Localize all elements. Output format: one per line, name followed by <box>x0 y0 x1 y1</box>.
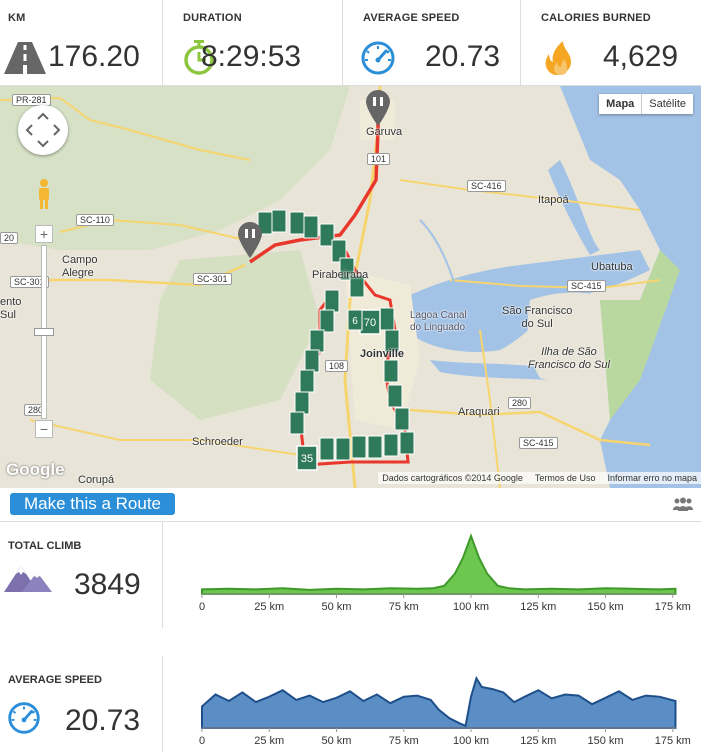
road-sign: SC-301 <box>193 273 232 285</box>
km-marker-70-label: 70 <box>364 317 376 329</box>
chart-tick-label: 175 km <box>655 735 691 747</box>
place-label: Garuva <box>366 126 403 138</box>
place-label: Ubatuba <box>591 261 633 273</box>
chart-tick-label: 150 km <box>587 601 623 613</box>
chart-tick-label: 125 km <box>520 735 556 747</box>
stat-calories-value: 4,629 <box>603 40 679 73</box>
zoom-in-button[interactable]: + <box>35 225 53 243</box>
avg-speed-label: AVERAGE SPEED <box>8 674 102 686</box>
place-label: Pirabeiraba <box>312 269 369 281</box>
stat-km-label: KM <box>8 12 26 24</box>
road-sign: SC-110 <box>76 214 114 226</box>
place-label: Joinville <box>360 348 405 360</box>
speedometer-icon <box>8 702 40 734</box>
route-map[interactable]: 70 35 6 Garuva Itapoá Campo Alegre Pirab… <box>0 86 701 488</box>
stat-duration-label: DURATION <box>183 12 242 24</box>
speedometer-icon <box>361 41 395 75</box>
google-logo: Google <box>6 460 65 479</box>
avg-speed-panel-value: 20.73 <box>65 704 141 737</box>
pan-arrows-icon <box>25 112 61 148</box>
km-marker-6[interactable]: 6 <box>347 309 363 331</box>
road-sign: SC-415 <box>519 437 558 449</box>
km-marker-70[interactable]: 70 <box>359 309 381 335</box>
stat-avg-speed-value: 20.73 <box>425 40 501 73</box>
chart-tick-label: 0 <box>199 601 205 613</box>
road-sign: 280 <box>508 397 532 409</box>
make-route-button[interactable]: Make this a Route <box>10 493 176 515</box>
map-attribution: Dados cartográficos ©2014 Google Termos … <box>378 472 701 484</box>
zoom-slider-thumb[interactable] <box>34 328 54 336</box>
pegman-icon[interactable] <box>36 178 52 210</box>
avg-speed-summary: AVERAGE SPEED 20.73 <box>0 656 163 752</box>
terms-link[interactable]: Termos de Uso <box>535 473 596 483</box>
stat-km: KM 176.20 <box>0 0 163 86</box>
total-climb-label: TOTAL CLIMB <box>8 540 82 552</box>
km-marker-6-label: 6 <box>352 316 358 327</box>
total-climb-value: 3849 <box>74 568 141 601</box>
total-climb-summary: TOTAL CLIMB 3849 <box>0 522 163 628</box>
chart-tick-label: 50 km <box>322 735 352 747</box>
map-type-mapa-button[interactable]: Mapa <box>599 94 643 114</box>
place-label: Itapoá <box>538 194 569 206</box>
total-climb-panel: TOTAL CLIMB 3849 0 25 km 50 km 75 km 100 km 1… <box>0 522 701 628</box>
place-label: Ilha de São Francisco do Sul <box>528 346 610 371</box>
chart-tick-label: 100 km <box>453 601 489 613</box>
km-marker-35[interactable]: 35 <box>296 445 318 471</box>
chart-tick-label: 25 km <box>254 601 284 613</box>
km-marker-35-label: 35 <box>301 453 313 465</box>
pan-control[interactable] <box>18 105 68 155</box>
avg-speed-panel: AVERAGE SPEED 20.73 0 25 km 50 km 75 km 100 … <box>0 656 701 752</box>
stats-bar: KM 176.20 DURATION 8:29:53 AVERAGE SPEED… <box>0 0 701 86</box>
map-data-credit: Dados cartográficos ©2014 Google <box>382 473 523 483</box>
stat-duration-value: 8:29:53 <box>201 40 302 73</box>
flame-icon <box>545 41 571 75</box>
place-label: Araquari <box>458 406 500 418</box>
chart-tick-label: 75 km <box>389 735 419 747</box>
place-label: Lagoa Canal do Linguado <box>410 310 467 333</box>
chart-tick-label: 125 km <box>520 601 556 613</box>
report-error-link[interactable]: Informar erro no mapa <box>607 473 697 483</box>
place-label: Corupá <box>78 474 115 486</box>
stat-avg-speed-label: AVERAGE SPEED <box>363 12 460 24</box>
stat-duration: DURATION 8:29:53 <box>163 0 343 86</box>
people-icon[interactable] <box>672 497 694 511</box>
chart-tick-label: 0 <box>199 735 205 747</box>
mountain-icon <box>4 566 52 592</box>
chart-tick-label: 50 km <box>322 601 352 613</box>
chart-tick-label: 100 km <box>453 735 489 747</box>
chart-tick-label: 75 km <box>389 601 419 613</box>
place-label: Schroeder <box>192 436 243 448</box>
stat-km-value: 176.20 <box>48 40 140 73</box>
chart-tick-label: 175 km <box>655 601 691 613</box>
place-label: Campo Alegre <box>62 254 98 279</box>
elevation-chart[interactable]: 0 25 km 50 km 75 km 100 km 125 km 150 km 175 km <box>163 522 701 628</box>
chart-tick-label: 150 km <box>587 735 623 747</box>
road-sign: 108 <box>325 360 349 372</box>
road-icon <box>4 42 46 74</box>
stat-calories: CALORIES BURNED 4,629 <box>521 0 701 86</box>
road-sign: SC-416 <box>467 180 506 192</box>
chart-tick-label: 25 km <box>254 735 284 747</box>
stat-calories-label: CALORIES BURNED <box>541 12 651 24</box>
pause-pin-start[interactable] <box>238 222 262 258</box>
zoom-out-button[interactable]: − <box>35 420 53 438</box>
road-sign: SC-415 <box>567 280 606 292</box>
map-type-satelite-button[interactable]: Satélite <box>642 94 693 114</box>
map-type-toggle: Mapa Satélite <box>599 94 693 114</box>
place-label: São Francisco do Sul <box>502 305 573 330</box>
road-sign: 20 <box>0 232 19 244</box>
chart-area <box>201 675 677 729</box>
chart-area <box>201 533 677 595</box>
road-sign: 101 <box>367 153 391 165</box>
stat-avg-speed: AVERAGE SPEED 20.73 <box>343 0 521 86</box>
speed-chart[interactable]: 0 25 km 50 km 75 km 100 km 125 km 150 km 175 km <box>163 656 701 752</box>
place-label: ento Sul <box>0 296 22 321</box>
